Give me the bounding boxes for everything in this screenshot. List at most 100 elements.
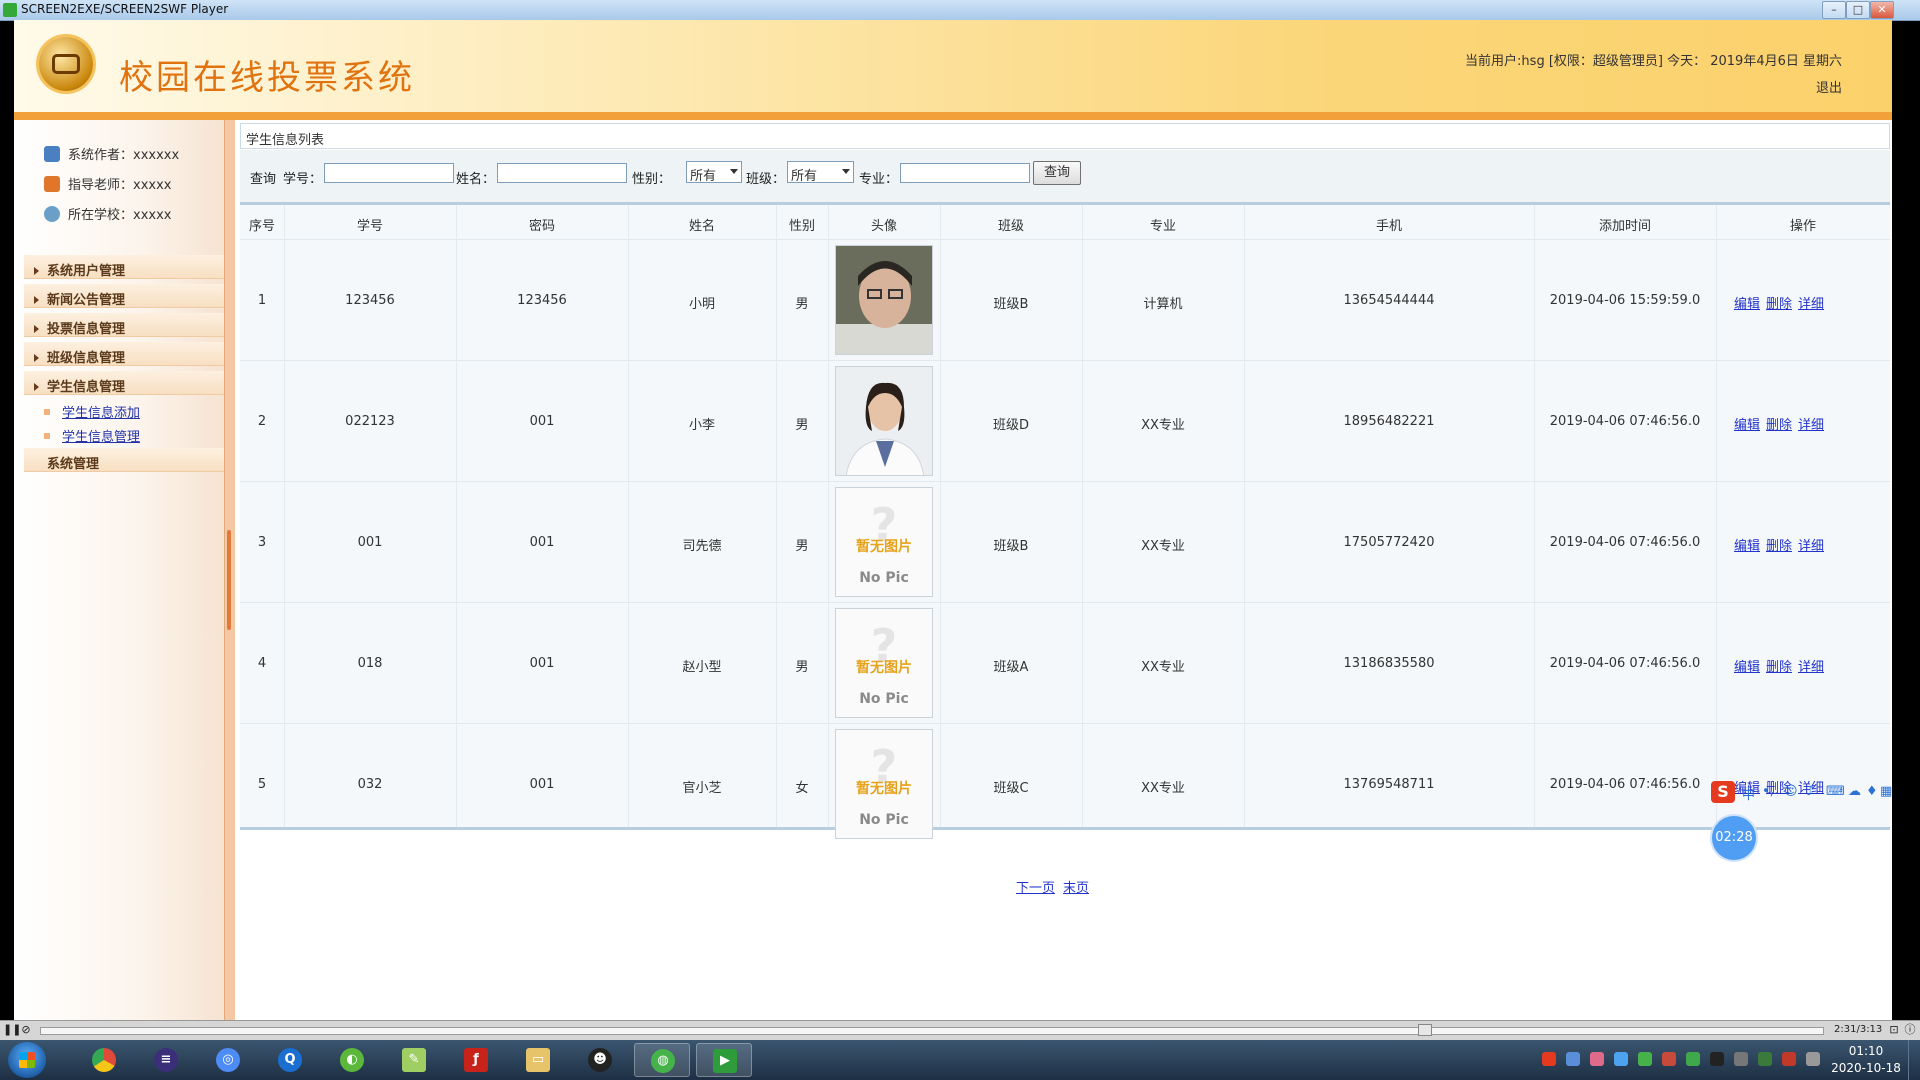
cell-class: 班级C — [993, 781, 1029, 796]
sidebar-toggle-handle[interactable] — [227, 530, 231, 630]
start-button[interactable] — [8, 1042, 46, 1078]
system-logo-icon — [39, 37, 93, 91]
sogou-ime-icon[interactable]: S — [1711, 781, 1735, 803]
col-phone: 手机 — [1375, 219, 1402, 234]
fullscreen-icon[interactable]: ⊡ — [1888, 1023, 1900, 1037]
taskbar-wechat[interactable]: ◍ — [634, 1043, 690, 1077]
flash-icon: ƒ — [464, 1048, 488, 1072]
cell-password: 123456 — [517, 293, 567, 308]
recording-timer-bubble[interactable]: 02:28 — [1712, 816, 1756, 860]
list-title: 学生信息列表 — [240, 123, 1890, 149]
menu-system-admin[interactable]: 系统管理 — [24, 448, 224, 472]
cell-phone: 13654544444 — [1343, 293, 1435, 308]
taskbar-flash[interactable]: ƒ — [448, 1043, 504, 1077]
detail-link[interactable]: 详细 — [1798, 418, 1824, 433]
taskbar-clock[interactable]: 01:10 2020-10-18 — [1826, 1043, 1906, 1077]
detail-link[interactable]: 详细 — [1798, 539, 1824, 554]
major-input[interactable] — [900, 163, 1030, 183]
query-button[interactable]: 查询 — [1033, 161, 1081, 185]
detail-link[interactable]: 详细 — [1798, 297, 1824, 312]
edit-link[interactable]: 编辑 — [1734, 539, 1760, 554]
submenu-add-student[interactable]: 学生信息添加 — [44, 402, 140, 421]
col-photo: 头像 — [870, 219, 897, 234]
taskbar-browser[interactable]: Q — [262, 1043, 318, 1077]
taskbar-chrome[interactable] — [76, 1043, 132, 1077]
menu-students[interactable]: 学生信息管理 — [24, 371, 224, 395]
edit-link[interactable]: 编辑 — [1734, 418, 1760, 433]
menu-votes[interactable]: 投票信息管理 — [24, 313, 224, 337]
emoji-icon[interactable]: ☺ — [1784, 784, 1798, 799]
menu-news[interactable]: 新闻公告管理 — [24, 284, 224, 308]
delete-link[interactable]: 删除 — [1766, 297, 1792, 312]
volume-tray-icon[interactable] — [1782, 1052, 1796, 1066]
cell-no: 1 — [257, 293, 267, 308]
name-input[interactable] — [497, 163, 627, 183]
delete-link[interactable]: 删除 — [1766, 418, 1792, 433]
taskbar-qq[interactable]: ☻ — [572, 1043, 628, 1077]
logout-link[interactable]: 退出 — [1816, 77, 1842, 96]
playback-track[interactable] — [40, 1027, 1824, 1035]
network-tray-icon[interactable] — [1566, 1052, 1580, 1066]
col-add-time: 添加时间 — [1598, 219, 1651, 234]
search-prefix-label: 查询 — [250, 172, 277, 187]
delete-link[interactable]: 删除 — [1766, 539, 1792, 554]
taskbar-explorer[interactable]: ▭ — [510, 1043, 566, 1077]
user-icon[interactable]: ☁ — [1848, 784, 1861, 799]
taskbar-eclipse[interactable]: ≡ — [138, 1043, 194, 1077]
menu-system-users[interactable]: 系统用户管理 — [24, 255, 224, 279]
taskbar-360[interactable]: ◐ — [324, 1043, 380, 1077]
maximize-button[interactable]: □ — [1846, 1, 1870, 19]
green-tray-icon[interactable] — [1686, 1052, 1700, 1066]
taskbar-netdisk[interactable]: ◎ — [200, 1043, 256, 1077]
submenu-manage-students[interactable]: 学生信息管理 — [44, 426, 140, 445]
site-header: 校园在线投票系统 当前用户:hsg [权限：超级管理员] 今天： 2019年4月… — [14, 20, 1892, 120]
taskbar-notepad[interactable]: ✎ — [386, 1043, 442, 1077]
pause-icon[interactable]: ❚❚ — [3, 1023, 21, 1037]
info-icon[interactable]: ⓘ — [1904, 1023, 1916, 1037]
menu-label: 系统用户管理 — [47, 264, 126, 279]
class-select[interactable]: 所有 — [787, 161, 854, 184]
sogou-tray-icon[interactable] — [1542, 1052, 1556, 1066]
display-tray-icon[interactable] — [1806, 1052, 1820, 1066]
school-info: 所在学校：xxxxx — [44, 204, 171, 223]
minimize-button[interactable]: – — [1822, 1, 1846, 19]
show-desktop-button[interactable] — [1908, 1040, 1920, 1080]
taskbar-screen-player[interactable]: ▶ — [696, 1043, 752, 1077]
app-tray-icon[interactable] — [1590, 1052, 1604, 1066]
microphone-icon[interactable]: ♪ — [1806, 784, 1814, 799]
no-pic-text: 暂无图片 — [856, 539, 912, 555]
tool-tray-icon[interactable] — [1662, 1052, 1676, 1066]
sidebar-splitter[interactable] — [224, 120, 235, 1020]
cell-student-id: 022123 — [345, 414, 395, 429]
cell-major: XX专业 — [1141, 781, 1185, 796]
menu-classes[interactable]: 班级信息管理 — [24, 342, 224, 366]
wechat-tray-icon[interactable] — [1638, 1052, 1652, 1066]
student-id-input[interactable] — [324, 163, 454, 183]
gender-select-value: 所有 — [690, 169, 717, 184]
delete-link[interactable]: 删除 — [1766, 660, 1792, 675]
ime-toolbar[interactable]: S 中 •, ☺ ♪ ⌨ ☁ ♦ ▦ — [1708, 780, 1894, 806]
edit-link[interactable]: 编辑 — [1734, 660, 1760, 675]
cell-major: 计算机 — [1143, 297, 1183, 312]
punctuation-icon[interactable]: •, — [1762, 784, 1774, 799]
qq-tray-icon[interactable] — [1710, 1052, 1724, 1066]
gender-select[interactable]: 所有 — [686, 161, 742, 184]
close-button[interactable]: ✕ — [1870, 1, 1894, 19]
stop-icon[interactable]: ⊘ — [20, 1023, 32, 1037]
last-page-link[interactable]: 末页 — [1063, 881, 1089, 896]
ime-mode-toggle[interactable]: 中 — [1742, 784, 1755, 803]
device-tray-icon[interactable] — [1734, 1052, 1748, 1066]
grid-icon[interactable]: ▦ — [1880, 784, 1892, 799]
keyboard-icon[interactable]: ⌨ — [1826, 784, 1845, 799]
playback-slider-thumb[interactable] — [1418, 1024, 1432, 1036]
school-info-label: 所在学校：xxxxx — [68, 208, 172, 223]
battery-tray-icon[interactable] — [1758, 1052, 1772, 1066]
cell-add-time: 2019-04-06 07:46:56.0 — [1549, 656, 1701, 671]
shield-tray-icon[interactable] — [1614, 1052, 1628, 1066]
qq-penguin-icon: ☻ — [588, 1048, 612, 1072]
next-page-link[interactable]: 下一页 — [1016, 881, 1055, 896]
skin-icon[interactable]: ♦ — [1866, 784, 1878, 799]
detail-link[interactable]: 详细 — [1798, 660, 1824, 675]
edit-link[interactable]: 编辑 — [1734, 297, 1760, 312]
pagination: 下一页 末页 — [1016, 877, 1097, 896]
